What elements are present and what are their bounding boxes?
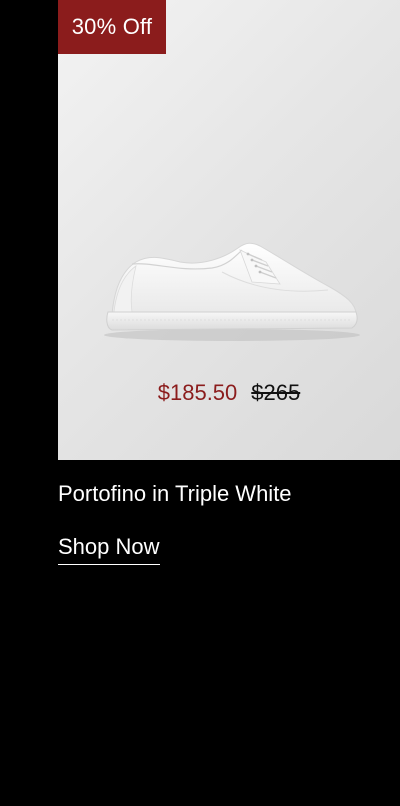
shop-now-link[interactable]: Shop Now: [58, 534, 160, 565]
promo-page: 30% Off $185.50 $265 Portofino in Triple…: [0, 0, 400, 806]
sale-price: $185.50: [157, 380, 238, 405]
price-row: $185.50 $265: [58, 380, 400, 406]
discount-badge: 30% Off: [58, 0, 166, 54]
product-card[interactable]: 30% Off $185.50 $265: [58, 0, 400, 460]
original-price: $265: [251, 380, 301, 405]
product-name[interactable]: Portofino in Triple White: [58, 481, 292, 507]
product-image[interactable]: [102, 232, 360, 352]
